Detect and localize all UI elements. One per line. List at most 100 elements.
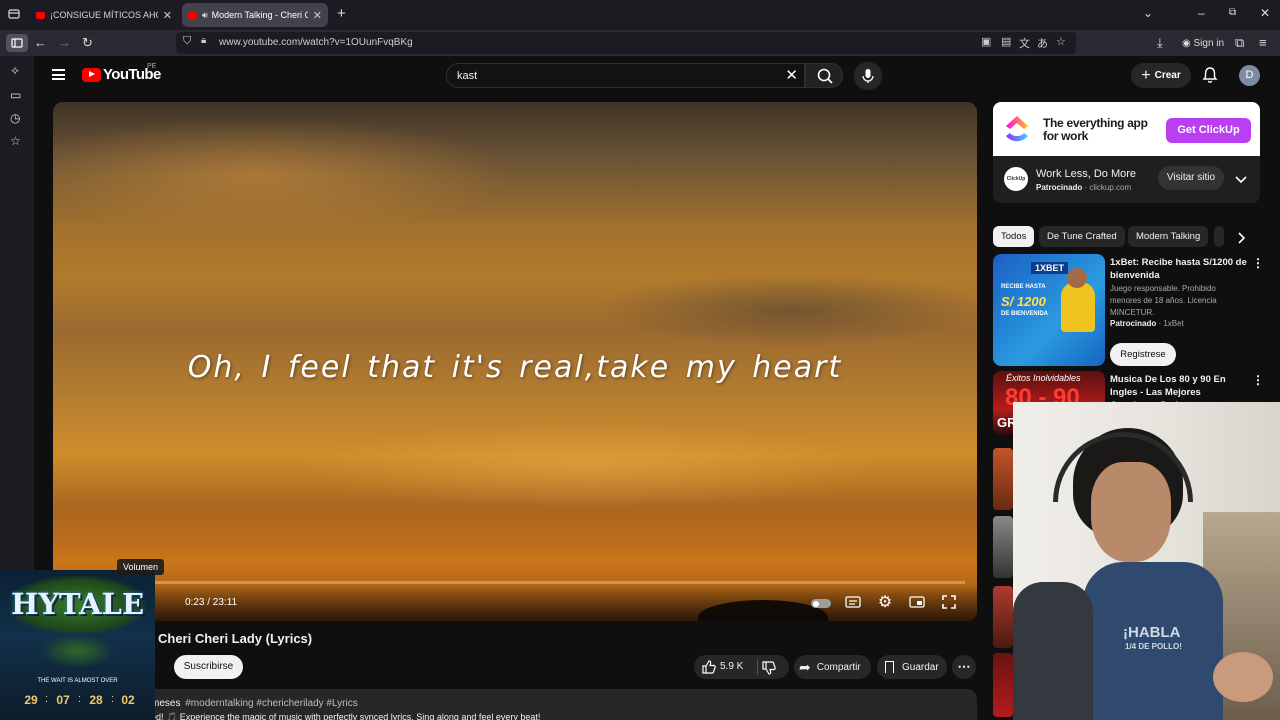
- forward-icon[interactable]: →: [58, 35, 71, 51]
- speaker-icon[interactable]: 🔊︎: [202, 10, 208, 21]
- thumb-figure: [1061, 282, 1095, 332]
- thumb-brand: 1XBET: [1031, 262, 1069, 274]
- bookmark-star-icon[interactable]: ☆: [1056, 35, 1066, 48]
- app-menu-icon[interactable]: ≡: [1259, 35, 1267, 51]
- countdown-separator: :: [111, 693, 115, 705]
- like-button[interactable]: [701, 659, 717, 678]
- rec-thumbnail[interactable]: [993, 516, 1013, 578]
- progress-bar[interactable]: [65, 581, 965, 584]
- bookmarks-icon[interactable]: ☆: [10, 134, 21, 148]
- clear-search-icon[interactable]: ✕: [785, 66, 798, 84]
- video-player[interactable]: Oh, I feel that it's real,take my heart …: [53, 102, 977, 621]
- rec-thumbnail[interactable]: [993, 653, 1013, 717]
- chevron-down-icon[interactable]: [1235, 171, 1247, 189]
- account-button[interactable]: ◉ Sign in: [1182, 36, 1224, 52]
- search-button[interactable]: [805, 63, 843, 88]
- autoplay-toggle[interactable]: [811, 599, 831, 608]
- search-box[interactable]: ✕: [446, 63, 805, 88]
- miniplayer-icon[interactable]: [907, 592, 927, 612]
- rec-title[interactable]: 1xBet: Recibe hasta S/1200 de bienvenida: [1110, 256, 1250, 282]
- share-arrow-icon: ➦: [799, 658, 811, 675]
- hashtags[interactable]: #moderntalking #chericherilady #Lyrics: [185, 698, 358, 709]
- notifications-bell-icon[interactable]: [1202, 66, 1218, 89]
- dislike-button[interactable]: [761, 660, 777, 679]
- voice-search-button[interactable]: [854, 62, 882, 90]
- reload-icon[interactable]: ↻: [82, 35, 93, 51]
- shield-icon[interactable]: ⛉: [183, 35, 191, 48]
- tab-inactive[interactable]: ¡CONSIGUE MÍTICOS AHORA! D ✕: [30, 3, 178, 27]
- clickup-logo-icon: [1006, 116, 1028, 142]
- hamburger-menu-icon[interactable]: [52, 69, 65, 80]
- tab-active[interactable]: 🔊︎ Modern Talking - Cheri Che ✕: [182, 3, 328, 27]
- translate-icon[interactable]: 文: [1019, 35, 1030, 51]
- youtube-play-icon: [82, 67, 101, 82]
- tab-title: ¡CONSIGUE MÍTICOS AHORA! D: [50, 10, 158, 20]
- synced-tabs-icon[interactable]: ▭: [10, 88, 21, 102]
- settings-gear-icon[interactable]: ⚙: [875, 592, 895, 612]
- lock-icon[interactable]: 🔒︎: [201, 35, 206, 46]
- new-tab-button[interactable]: +: [337, 5, 346, 22]
- picture-in-picture-icon[interactable]: ▣: [981, 35, 991, 48]
- ai-sparkle-icon[interactable]: ✧: [10, 64, 20, 78]
- extensions-icon[interactable]: ⧉: [1235, 35, 1244, 51]
- downloads-icon[interactable]: ⤓: [1157, 35, 1163, 51]
- shirt: [1083, 562, 1223, 720]
- search-input[interactable]: [457, 68, 767, 84]
- chip-modern-talking[interactable]: Modern Talking: [1128, 226, 1209, 247]
- chip-todos[interactable]: Todos: [993, 226, 1035, 247]
- thumbs-up-icon: [702, 660, 716, 674]
- list-tabs-chevron-icon[interactable]: ⌄: [1143, 6, 1153, 20]
- youtube-logo[interactable]: YouTube PE: [82, 63, 161, 83]
- rec-description: Juego responsable. Prohibido menores de …: [1110, 284, 1217, 317]
- controls-scrim: [53, 561, 977, 621]
- subscribe-button[interactable]: Suscribirse: [174, 655, 243, 679]
- sidebar-toggle-icon[interactable]: [6, 34, 28, 52]
- subtitles-icon[interactable]: [843, 592, 863, 612]
- chevron-right-icon[interactable]: [1238, 231, 1246, 249]
- chip-overflow[interactable]: [1214, 226, 1224, 247]
- countdown-separator: :: [78, 693, 82, 705]
- chip-de-tune-crafted[interactable]: De Tune Crafted: [1039, 226, 1125, 247]
- register-button[interactable]: Registrese: [1110, 343, 1176, 366]
- get-clickup-button[interactable]: Get ClickUp: [1166, 118, 1251, 143]
- maximize-button[interactable]: ⧉: [1229, 7, 1236, 18]
- description-meta: meses #moderntalking #chericherilady #Ly…: [151, 698, 358, 709]
- translate-page-icon[interactable]: あ: [1037, 35, 1048, 51]
- ad-headline: Work Less, Do More: [1036, 168, 1137, 180]
- avatar[interactable]: D: [1239, 65, 1260, 86]
- shirt-subtext: 1/4 DE POLLO!: [1125, 642, 1182, 651]
- share-button[interactable]: ➦ Compartir: [794, 655, 871, 679]
- back-icon[interactable]: ←: [34, 35, 47, 51]
- ad-domain: clickup.com: [1089, 183, 1132, 192]
- tab-list-icon[interactable]: [8, 8, 20, 23]
- url-text[interactable]: www.youtube.com/watch?v=1OUunFvqBKg: [219, 37, 413, 48]
- rec-thumbnail[interactable]: [993, 586, 1013, 648]
- browser-nav-bar: ← → ↻ ⛉ 🔒︎ www.youtube.com/watch?v=1OUun…: [0, 30, 1280, 56]
- rec-more-icon[interactable]: ⋮: [1252, 256, 1264, 270]
- reader-view-icon[interactable]: ▤: [1001, 35, 1011, 48]
- sponsored-label: Patrocinado: [1110, 319, 1157, 328]
- microphone-icon: [862, 69, 874, 83]
- visit-site-button[interactable]: Visitar sitio: [1158, 166, 1224, 190]
- hytale-countdown-overlay: HYTALE THE WAIT IS ALMOST OVER 29 : 07 :…: [0, 570, 155, 720]
- create-button[interactable]: + Crear: [1131, 63, 1191, 88]
- hytale-subtitle: THE WAIT IS ALMOST OVER: [37, 678, 118, 684]
- rec-thumbnail[interactable]: [993, 448, 1013, 510]
- countdown-days: 29: [24, 693, 38, 707]
- fullscreen-icon[interactable]: [939, 592, 959, 612]
- ad-info-card: ClickUp Work Less, Do More Patrocinado ·…: [993, 156, 1260, 203]
- hand: [1213, 652, 1273, 702]
- address-bar[interactable]: ⛉ 🔒︎ www.youtube.com/watch?v=1OUunFvqBKg…: [176, 32, 1076, 54]
- more-actions-button[interactable]: ⋯: [952, 655, 976, 679]
- rec-more-icon[interactable]: ⋮: [1252, 373, 1264, 387]
- clickup-ad-banner[interactable]: The everything app for work Get ClickUp: [993, 102, 1260, 156]
- headphones: [1053, 432, 1193, 502]
- close-tab-icon[interactable]: ✕: [163, 9, 172, 22]
- close-window-button[interactable]: ✕: [1260, 6, 1270, 20]
- save-button[interactable]: Guardar: [877, 655, 947, 679]
- history-icon[interactable]: ◷: [10, 111, 20, 125]
- close-tab-icon[interactable]: ✕: [313, 9, 322, 22]
- rec-thumbnail-1xbet[interactable]: 1XBET RECIBE HASTA S/ 1200 DE BIENVENIDA: [993, 254, 1105, 366]
- thumb-line-3: DE BIENVENIDA: [1001, 311, 1049, 317]
- minimize-button[interactable]: –: [1198, 6, 1205, 20]
